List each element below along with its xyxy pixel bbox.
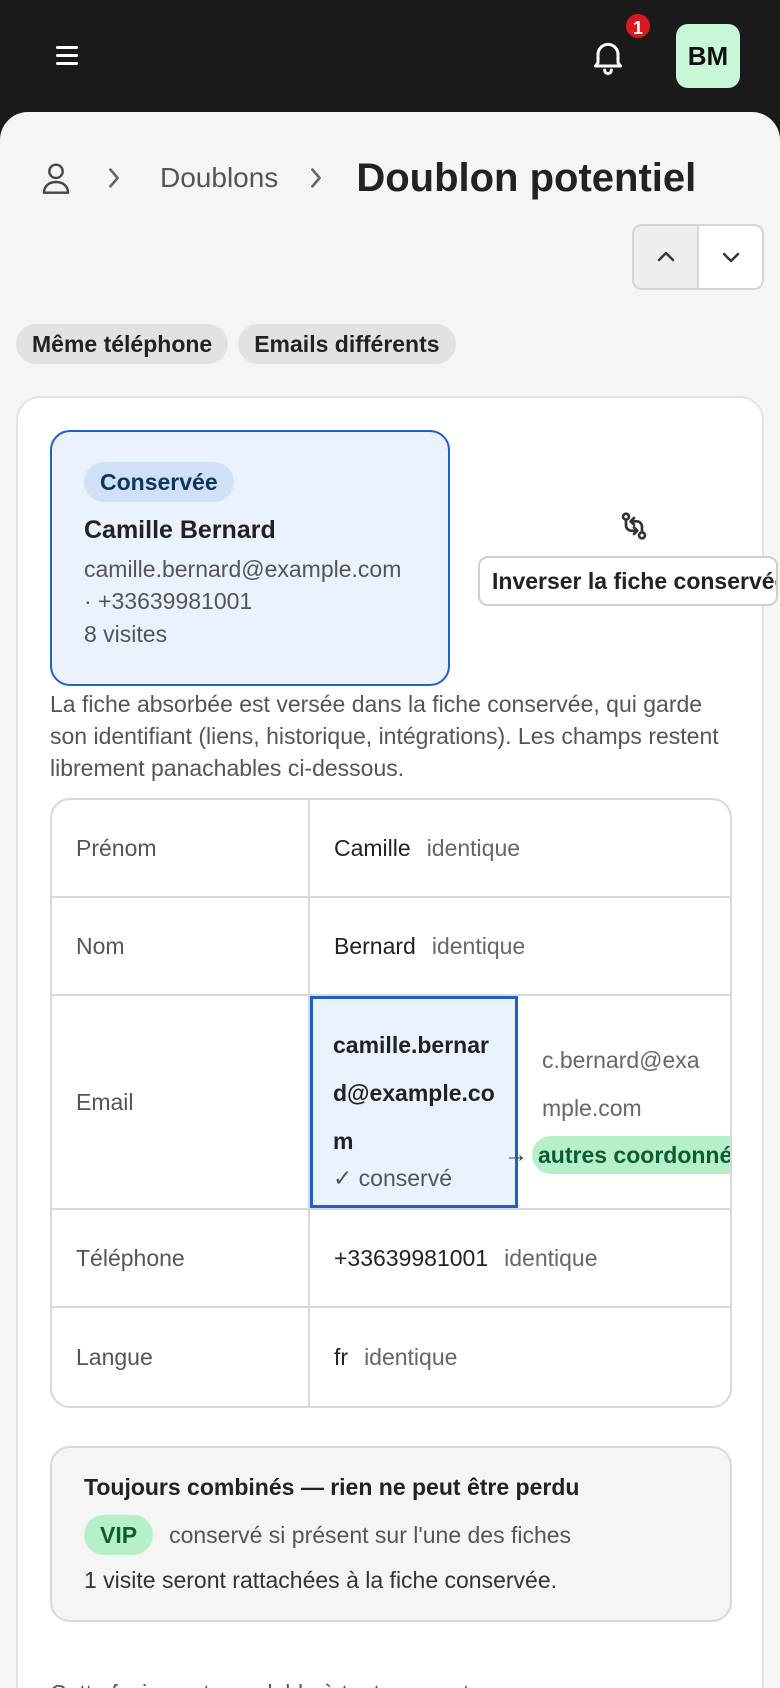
field-value[interactable]: +33639981001 identique xyxy=(310,1210,730,1306)
notification-badge: 1 xyxy=(624,12,652,40)
swap-kept-record-button[interactable]: Inverser la fiche conservée xyxy=(478,556,778,606)
table-row: Langue fr identique xyxy=(52,1308,730,1406)
previous-button[interactable] xyxy=(634,226,699,288)
chevron-right-icon xyxy=(109,168,119,188)
kept-indicator: ✓ conservé xyxy=(333,1165,452,1191)
kept-record-phone: · +33639981001 xyxy=(84,588,253,614)
vip-description: conservé si présent sur l'une des fiches xyxy=(169,1521,572,1548)
vip-badge: VIP xyxy=(84,1515,154,1555)
next-button[interactable] xyxy=(699,226,762,288)
field-label: Langue xyxy=(52,1308,310,1406)
page-content: Doublons Doublon potentiel Même téléphon… xyxy=(0,112,780,1688)
field-label: Téléphone xyxy=(52,1210,310,1306)
table-row: Nom Bernard identique xyxy=(52,898,730,996)
email-kept-value: camille.bernard@example.com xyxy=(333,1032,495,1154)
chip-different-emails: Emails différents xyxy=(238,324,456,364)
match-reasons: Même téléphone Emails différents xyxy=(16,324,456,364)
same-indicator: identique xyxy=(426,834,521,861)
kept-record-email: camille.bernard@example.com xyxy=(84,556,402,582)
visits-description: 1 visite seront rattachées à la fiche co… xyxy=(84,1567,558,1593)
same-indicator: identique xyxy=(504,1244,598,1271)
chip-same-phone: Même téléphone xyxy=(16,324,229,364)
fields-table: Prénom Camille identique Nom Bernard ide… xyxy=(50,798,732,1408)
same-indicator: identique xyxy=(431,932,526,959)
swap-icon xyxy=(621,512,647,540)
phone-value: +33639981001 xyxy=(334,1244,489,1271)
field-label: Nom xyxy=(52,898,310,994)
combined-title: Toujours combinés — rien ne peut être pe… xyxy=(84,1474,580,1500)
chevron-up-icon xyxy=(657,251,674,262)
kept-record-visits: 8 visites xyxy=(84,621,168,647)
field-value[interactable]: Bernard identique xyxy=(310,898,730,994)
breadcrumb: Doublons Doublon potentiel xyxy=(40,148,696,208)
other-contacts-tag: autres coordonnées xyxy=(532,1136,730,1174)
lastname-value: Bernard xyxy=(334,932,416,959)
menu-icon[interactable] xyxy=(48,36,88,76)
record-pager xyxy=(632,224,764,290)
undo-note: Cette fusion est annulable à tout moment… xyxy=(50,1680,476,1688)
table-row: Email camille.bernard@example.com ✓ cons… xyxy=(52,996,730,1210)
email-kept-option[interactable]: camille.bernard@example.com ✓ conservé xyxy=(310,996,518,1208)
table-row: Prénom Camille identique xyxy=(52,800,730,898)
top-bar: 1 BM xyxy=(0,0,780,112)
avatar[interactable]: BM xyxy=(676,24,740,88)
table-row: Téléphone +33639981001 identique xyxy=(52,1210,730,1308)
field-value[interactable]: Camille identique xyxy=(310,800,730,896)
chevron-right-icon xyxy=(311,168,322,188)
email-destination: → autres coordonnées xyxy=(504,1136,730,1174)
same-indicator: identique xyxy=(364,1343,458,1370)
firstname-value: Camille xyxy=(334,834,411,861)
email-alt-option[interactable]: c.bernard@example.com xyxy=(542,1036,702,1132)
field-value[interactable]: fr identique xyxy=(310,1308,730,1406)
chevron-down-icon xyxy=(722,252,739,263)
field-label: Prénom xyxy=(52,800,310,896)
merge-explanation: La fiche absorbée est versée dans la fic… xyxy=(50,691,719,781)
always-combined-box: Toujours combinés — rien ne peut être pe… xyxy=(50,1446,732,1622)
kept-badge: Conservée xyxy=(84,462,234,502)
bell-icon[interactable] xyxy=(588,36,628,76)
user-icon[interactable] xyxy=(40,160,72,196)
arrow-right-icon: → xyxy=(504,1141,528,1168)
language-value: fr xyxy=(334,1343,349,1370)
kept-record-card[interactable]: Conservée Camille Bernard camille.bernar… xyxy=(50,430,450,686)
merge-card: Conservée Camille Bernard camille.bernar… xyxy=(16,396,778,1688)
kept-record-name: Camille Bernard xyxy=(84,516,276,544)
breadcrumb-link-doublons[interactable]: Doublons xyxy=(160,162,278,194)
field-label: Email xyxy=(52,996,310,1208)
page-title: Doublon potentiel xyxy=(356,155,697,200)
